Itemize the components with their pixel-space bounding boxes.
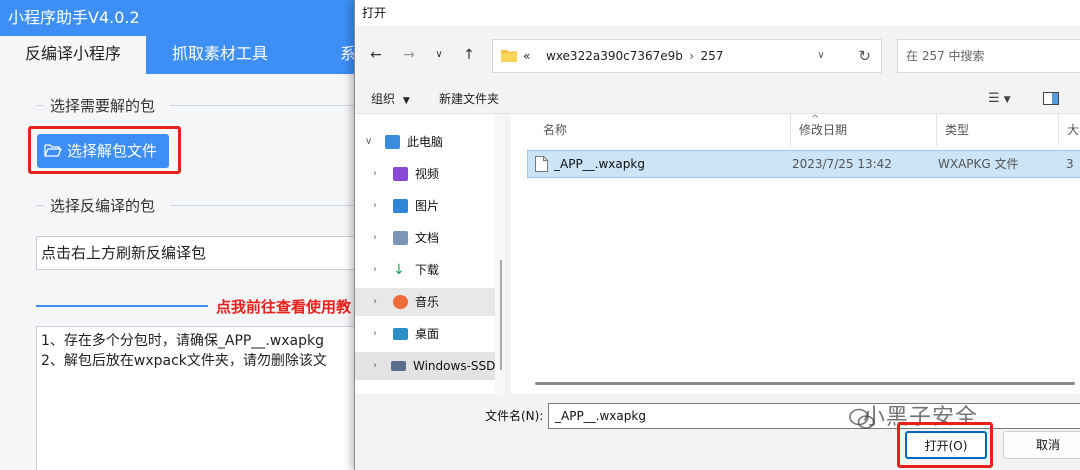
view-options-icon[interactable]: ☰ ▼: [988, 91, 1011, 108]
address-dropdown-icon[interactable]: ∨: [813, 48, 829, 64]
file-icon: [535, 156, 548, 172]
note-line: 2、解包后放在wxpack文件夹，请勿删除该文: [41, 353, 327, 369]
breadcrumb-item[interactable]: wxe322a390c7367e9b: [546, 49, 683, 63]
tab-decompile[interactable]: 反编译小程序: [0, 36, 146, 74]
breadcrumb-separator-icon: ›: [689, 49, 695, 63]
file-list-pane: ^ 名称 修改日期 类型 大小 _APP__.wxapkg 2023/7/25 …: [511, 114, 1080, 394]
section-divider: [36, 205, 44, 206]
cancel-button[interactable]: 取消: [1003, 431, 1080, 459]
video-icon: [393, 167, 408, 181]
highlight-box: [28, 126, 181, 174]
folder-icon: [501, 50, 517, 62]
search-input[interactable]: 在 257 中搜索: [897, 39, 1080, 73]
column-header-name[interactable]: 名称: [535, 114, 791, 146]
nav-item-downloads[interactable]: › ↓ 下载: [355, 256, 495, 284]
horizontal-scrollbar-thumb[interactable]: [535, 382, 1075, 385]
app-tab-bar: 反编译小程序 抓取素材工具 系: [0, 36, 360, 74]
file-type: WXAPKG 文件: [938, 157, 1019, 171]
chevron-right-icon[interactable]: ›: [373, 160, 377, 188]
drive-icon: [391, 361, 406, 371]
nav-pane-scrollbar[interactable]: [500, 260, 502, 370]
open-file-dialog: 打开 ← → ∨ ↑ « wxe322a390c7367e9b › 257 ∨: [354, 0, 1080, 470]
address-overflow[interactable]: «: [523, 49, 530, 63]
organize-menu[interactable]: 组织 ▼: [371, 84, 410, 116]
nav-item-videos[interactable]: › 视频: [355, 160, 495, 188]
note-line: 1、存在多个分包时，请确保_APP__.wxapkg: [41, 333, 325, 349]
usage-guide-link[interactable]: 点我前往查看使用教: [216, 296, 351, 317]
breadcrumb-item[interactable]: 257: [701, 49, 724, 63]
section-legend-decompile-package: 选择反编译的包: [50, 197, 156, 215]
preview-pane-icon[interactable]: [1043, 92, 1059, 105]
chevron-right-icon[interactable]: ›: [373, 320, 377, 348]
download-icon: ↓: [393, 262, 405, 278]
dialog-toolbar: 组织 ▼ 新建文件夹 ☰ ▼: [355, 84, 1080, 114]
nav-label: 视频: [415, 167, 440, 181]
section-legend-select-package: 选择需要解的包: [50, 97, 156, 115]
file-name: _APP__.wxapkg: [554, 157, 645, 171]
recent-locations-chevron-icon[interactable]: ∨: [431, 47, 447, 63]
chevron-down-icon[interactable]: ∨: [365, 128, 372, 156]
computer-icon: [385, 135, 400, 149]
chevron-right-icon[interactable]: ›: [373, 352, 377, 380]
address-path: « wxe322a390c7367e9b › 257: [523, 40, 723, 72]
horizontal-scrollbar[interactable]: [531, 378, 1080, 390]
nav-label: 下载: [415, 263, 440, 277]
nav-label: 桌面: [415, 327, 440, 341]
dialog-navigation-bar: ← → ∨ ↑ « wxe322a390c7367e9b › 257 ∨ ↻ 在…: [355, 26, 1080, 84]
column-header-type[interactable]: 类型: [937, 114, 1059, 146]
nav-item-music[interactable]: › 音乐: [355, 288, 495, 316]
refresh-icon[interactable]: ↻: [858, 40, 871, 72]
nav-label: 音乐: [415, 295, 440, 309]
organize-label: 组织: [371, 92, 396, 106]
up-arrow-icon[interactable]: ↑: [461, 47, 477, 63]
dialog-footer: 文件名(N): _APP__.wxapkg 小黑子安全 打开(O) 取消: [355, 394, 1080, 470]
column-header-size[interactable]: 大小: [1059, 114, 1080, 146]
file-row[interactable]: _APP__.wxapkg 2023/7/25 13:42 WXAPKG 文件 …: [527, 150, 1080, 178]
guide-divider: [36, 305, 208, 307]
section-divider: [36, 105, 44, 106]
chevron-right-icon[interactable]: ›: [373, 224, 377, 252]
highlight-box: [897, 422, 993, 468]
nav-item-this-pc[interactable]: ∨ 此电脑: [355, 128, 495, 156]
music-icon: [393, 295, 408, 309]
new-folder-button[interactable]: 新建文件夹: [439, 84, 499, 114]
nav-item-documents[interactable]: › 文档: [355, 224, 495, 252]
nav-label: Windows-SSD: [413, 359, 496, 373]
section-divider: [170, 205, 360, 206]
filename-input[interactable]: _APP__.wxapkg: [548, 403, 1080, 429]
dialog-title: 打开: [355, 0, 1080, 26]
app-title: 小程序助手V4.0.2: [0, 0, 360, 36]
navigation-pane: ∨ 此电脑 › 视频 › 图片 › 文档 › ↓ 下载 › 音乐 › 桌面 › …: [355, 114, 495, 394]
back-arrow-icon[interactable]: ←: [368, 47, 384, 63]
chevron-right-icon[interactable]: ›: [373, 192, 377, 220]
address-bar[interactable]: « wxe322a390c7367e9b › 257 ∨ ↻: [492, 39, 882, 73]
screen: 小程序助手V4.0.2 反编译小程序 抓取素材工具 系 选择需要解的包 选择解包…: [0, 0, 1080, 470]
nav-label: 此电脑: [407, 135, 444, 149]
section-divider: [170, 105, 360, 106]
nav-item-windows-ssd[interactable]: › Windows-SSD: [355, 352, 495, 380]
nav-item-pictures[interactable]: › 图片: [355, 192, 495, 220]
file-size: 3: [1066, 157, 1074, 171]
document-icon: [393, 231, 408, 245]
column-header-modified[interactable]: 修改日期: [791, 114, 937, 146]
chevron-right-icon[interactable]: ›: [373, 288, 377, 316]
chevron-right-icon[interactable]: ›: [373, 256, 377, 284]
filename-label: 文件名(N):: [485, 409, 544, 423]
nav-label: 图片: [415, 199, 440, 213]
dropdown-caret-icon: ▼: [402, 96, 410, 106]
picture-icon: [393, 199, 408, 213]
tab-material-grabber[interactable]: 抓取素材工具: [146, 36, 294, 74]
nav-label: 文档: [415, 231, 440, 245]
desktop-icon: [393, 328, 408, 340]
notes-textarea[interactable]: 1、存在多个分包时，请确保_APP__.wxapkg 2、解包后放在wxpack…: [36, 326, 366, 470]
forward-arrow-icon[interactable]: →: [401, 47, 417, 63]
file-modified-date: 2023/7/25 13:42: [792, 157, 892, 171]
decompile-package-select[interactable]: 点击右上方刷新反编译包: [36, 236, 366, 270]
nav-item-desktop[interactable]: › 桌面: [355, 320, 495, 348]
